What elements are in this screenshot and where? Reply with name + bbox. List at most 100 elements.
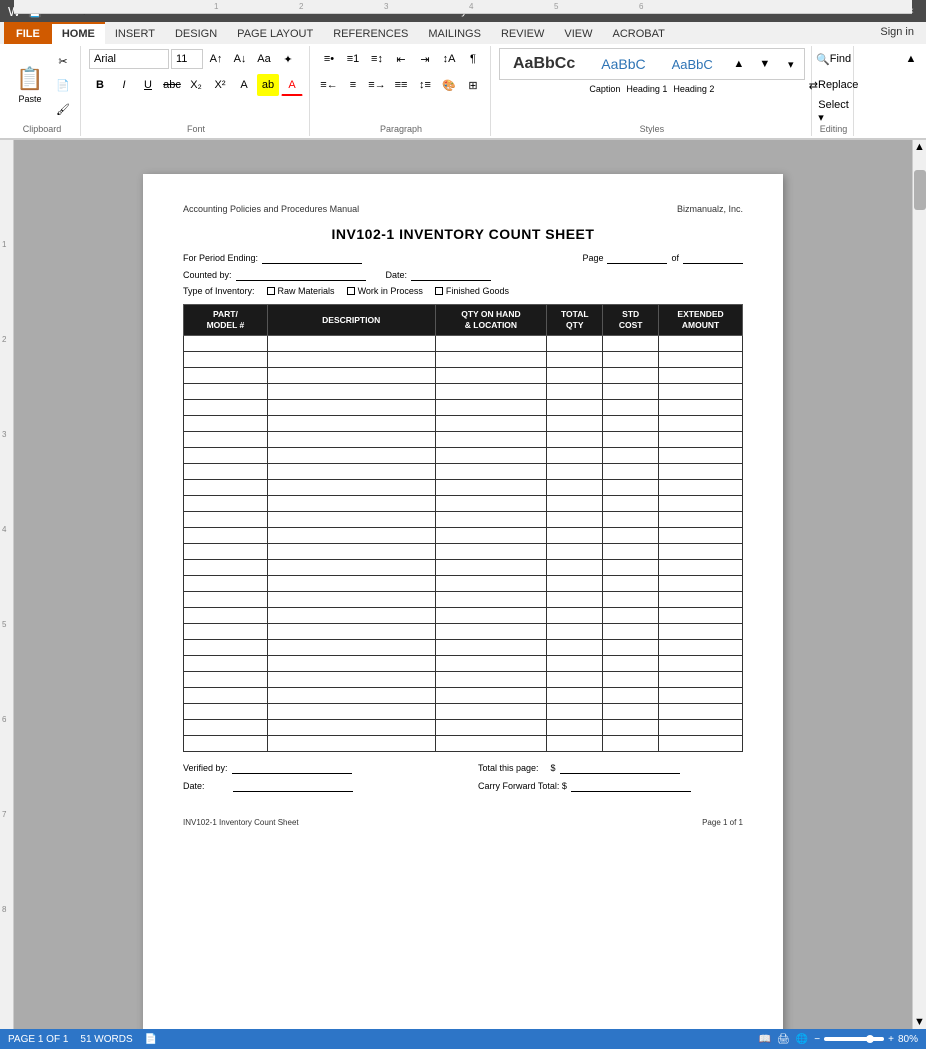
show-paragraph-button[interactable]: ¶ bbox=[462, 48, 484, 70]
table-cell[interactable] bbox=[435, 736, 547, 752]
table-cell[interactable] bbox=[267, 672, 435, 688]
table-cell[interactable] bbox=[659, 704, 743, 720]
table-cell[interactable] bbox=[603, 384, 659, 400]
justify-button[interactable]: ≡≡ bbox=[390, 74, 412, 96]
table-cell[interactable] bbox=[547, 704, 603, 720]
table-cell[interactable] bbox=[659, 384, 743, 400]
table-cell[interactable] bbox=[435, 528, 547, 544]
table-cell[interactable] bbox=[659, 528, 743, 544]
table-cell[interactable] bbox=[659, 672, 743, 688]
table-cell[interactable] bbox=[547, 400, 603, 416]
table-cell[interactable] bbox=[267, 496, 435, 512]
table-cell[interactable] bbox=[603, 400, 659, 416]
table-cell[interactable] bbox=[267, 640, 435, 656]
table-cell[interactable] bbox=[267, 432, 435, 448]
align-right-button[interactable]: ≡→ bbox=[366, 74, 388, 96]
table-cell[interactable] bbox=[603, 576, 659, 592]
change-case-button[interactable]: Aa bbox=[253, 48, 275, 70]
styles-scroll-down[interactable]: ▼ bbox=[754, 53, 776, 75]
raw-materials-checkbox[interactable] bbox=[267, 287, 275, 295]
table-cell[interactable] bbox=[603, 608, 659, 624]
table-cell[interactable] bbox=[435, 432, 547, 448]
replace-button[interactable]: ⇄ Replace bbox=[823, 74, 845, 96]
verified-by-input[interactable] bbox=[232, 762, 352, 774]
format-painter-button[interactable]: 🖌 bbox=[52, 98, 74, 120]
table-cell[interactable] bbox=[603, 624, 659, 640]
table-cell[interactable] bbox=[184, 672, 268, 688]
view-web-icon[interactable]: 🌐 bbox=[796, 1034, 808, 1045]
table-cell[interactable] bbox=[184, 592, 268, 608]
zoom-out-button[interactable]: − bbox=[814, 1034, 820, 1045]
table-cell[interactable] bbox=[603, 736, 659, 752]
table-cell[interactable] bbox=[184, 368, 268, 384]
document-scroll-area[interactable]: 1 2 3 4 5 6 Accounting Policies and Proc… bbox=[14, 140, 912, 1029]
borders-button[interactable]: ⊞ bbox=[462, 74, 484, 96]
shading-button[interactable]: 🎨 bbox=[438, 74, 460, 96]
table-cell[interactable] bbox=[547, 416, 603, 432]
tab-acrobat[interactable]: ACROBAT bbox=[602, 22, 674, 44]
styles-expand[interactable]: ▾ bbox=[780, 53, 802, 75]
table-cell[interactable] bbox=[435, 544, 547, 560]
tab-home[interactable]: HOME bbox=[52, 22, 105, 44]
table-cell[interactable] bbox=[435, 640, 547, 656]
table-cell[interactable] bbox=[435, 464, 547, 480]
table-cell[interactable] bbox=[547, 656, 603, 672]
table-cell[interactable] bbox=[267, 576, 435, 592]
text-effects-button[interactable]: A bbox=[233, 74, 255, 96]
table-cell[interactable] bbox=[603, 704, 659, 720]
date-input[interactable] bbox=[411, 269, 491, 281]
table-cell[interactable] bbox=[603, 448, 659, 464]
tab-references[interactable]: REFERENCES bbox=[323, 22, 418, 44]
tab-insert[interactable]: INSERT bbox=[105, 22, 165, 44]
table-cell[interactable] bbox=[659, 368, 743, 384]
font-name-input[interactable] bbox=[89, 49, 169, 69]
style-aabbcc[interactable]: AaBbCc bbox=[502, 51, 586, 77]
table-cell[interactable] bbox=[184, 608, 268, 624]
table-cell[interactable] bbox=[659, 656, 743, 672]
table-cell[interactable] bbox=[435, 656, 547, 672]
table-cell[interactable] bbox=[435, 688, 547, 704]
table-cell[interactable] bbox=[435, 720, 547, 736]
select-button[interactable]: Select ▾ bbox=[823, 100, 845, 122]
date2-input[interactable] bbox=[233, 780, 353, 792]
table-cell[interactable] bbox=[603, 432, 659, 448]
table-cell[interactable] bbox=[184, 656, 268, 672]
table-cell[interactable] bbox=[659, 464, 743, 480]
table-cell[interactable] bbox=[267, 560, 435, 576]
table-cell[interactable] bbox=[267, 720, 435, 736]
table-cell[interactable] bbox=[267, 592, 435, 608]
table-cell[interactable] bbox=[267, 704, 435, 720]
table-cell[interactable] bbox=[184, 560, 268, 576]
table-cell[interactable] bbox=[267, 528, 435, 544]
carry-forward-input[interactable] bbox=[571, 780, 691, 792]
table-cell[interactable] bbox=[435, 384, 547, 400]
table-cell[interactable] bbox=[659, 496, 743, 512]
multilevel-list-button[interactable]: ≡↕ bbox=[366, 48, 388, 70]
table-cell[interactable] bbox=[184, 512, 268, 528]
table-cell[interactable] bbox=[603, 528, 659, 544]
bold-button[interactable]: B bbox=[89, 74, 111, 96]
table-cell[interactable] bbox=[603, 656, 659, 672]
tab-page-layout[interactable]: PAGE LAYOUT bbox=[227, 22, 323, 44]
table-cell[interactable] bbox=[547, 432, 603, 448]
tab-file[interactable]: FILE bbox=[4, 22, 52, 44]
table-cell[interactable] bbox=[547, 688, 603, 704]
table-cell[interactable] bbox=[267, 400, 435, 416]
numbering-button[interactable]: ≡1 bbox=[342, 48, 364, 70]
table-cell[interactable] bbox=[603, 464, 659, 480]
table-cell[interactable] bbox=[659, 544, 743, 560]
table-cell[interactable] bbox=[267, 688, 435, 704]
table-cell[interactable] bbox=[184, 720, 268, 736]
page-total-input[interactable] bbox=[683, 252, 743, 264]
table-cell[interactable] bbox=[184, 736, 268, 752]
ribbon-collapse-button[interactable]: ▲ bbox=[900, 48, 922, 70]
table-cell[interactable] bbox=[435, 624, 547, 640]
table-cell[interactable] bbox=[184, 496, 268, 512]
align-left-button[interactable]: ≡← bbox=[318, 74, 340, 96]
table-cell[interactable] bbox=[267, 368, 435, 384]
paste-button[interactable]: 📋Paste bbox=[10, 60, 50, 110]
table-cell[interactable] bbox=[435, 448, 547, 464]
table-cell[interactable] bbox=[659, 624, 743, 640]
table-cell[interactable] bbox=[659, 640, 743, 656]
table-cell[interactable] bbox=[547, 624, 603, 640]
